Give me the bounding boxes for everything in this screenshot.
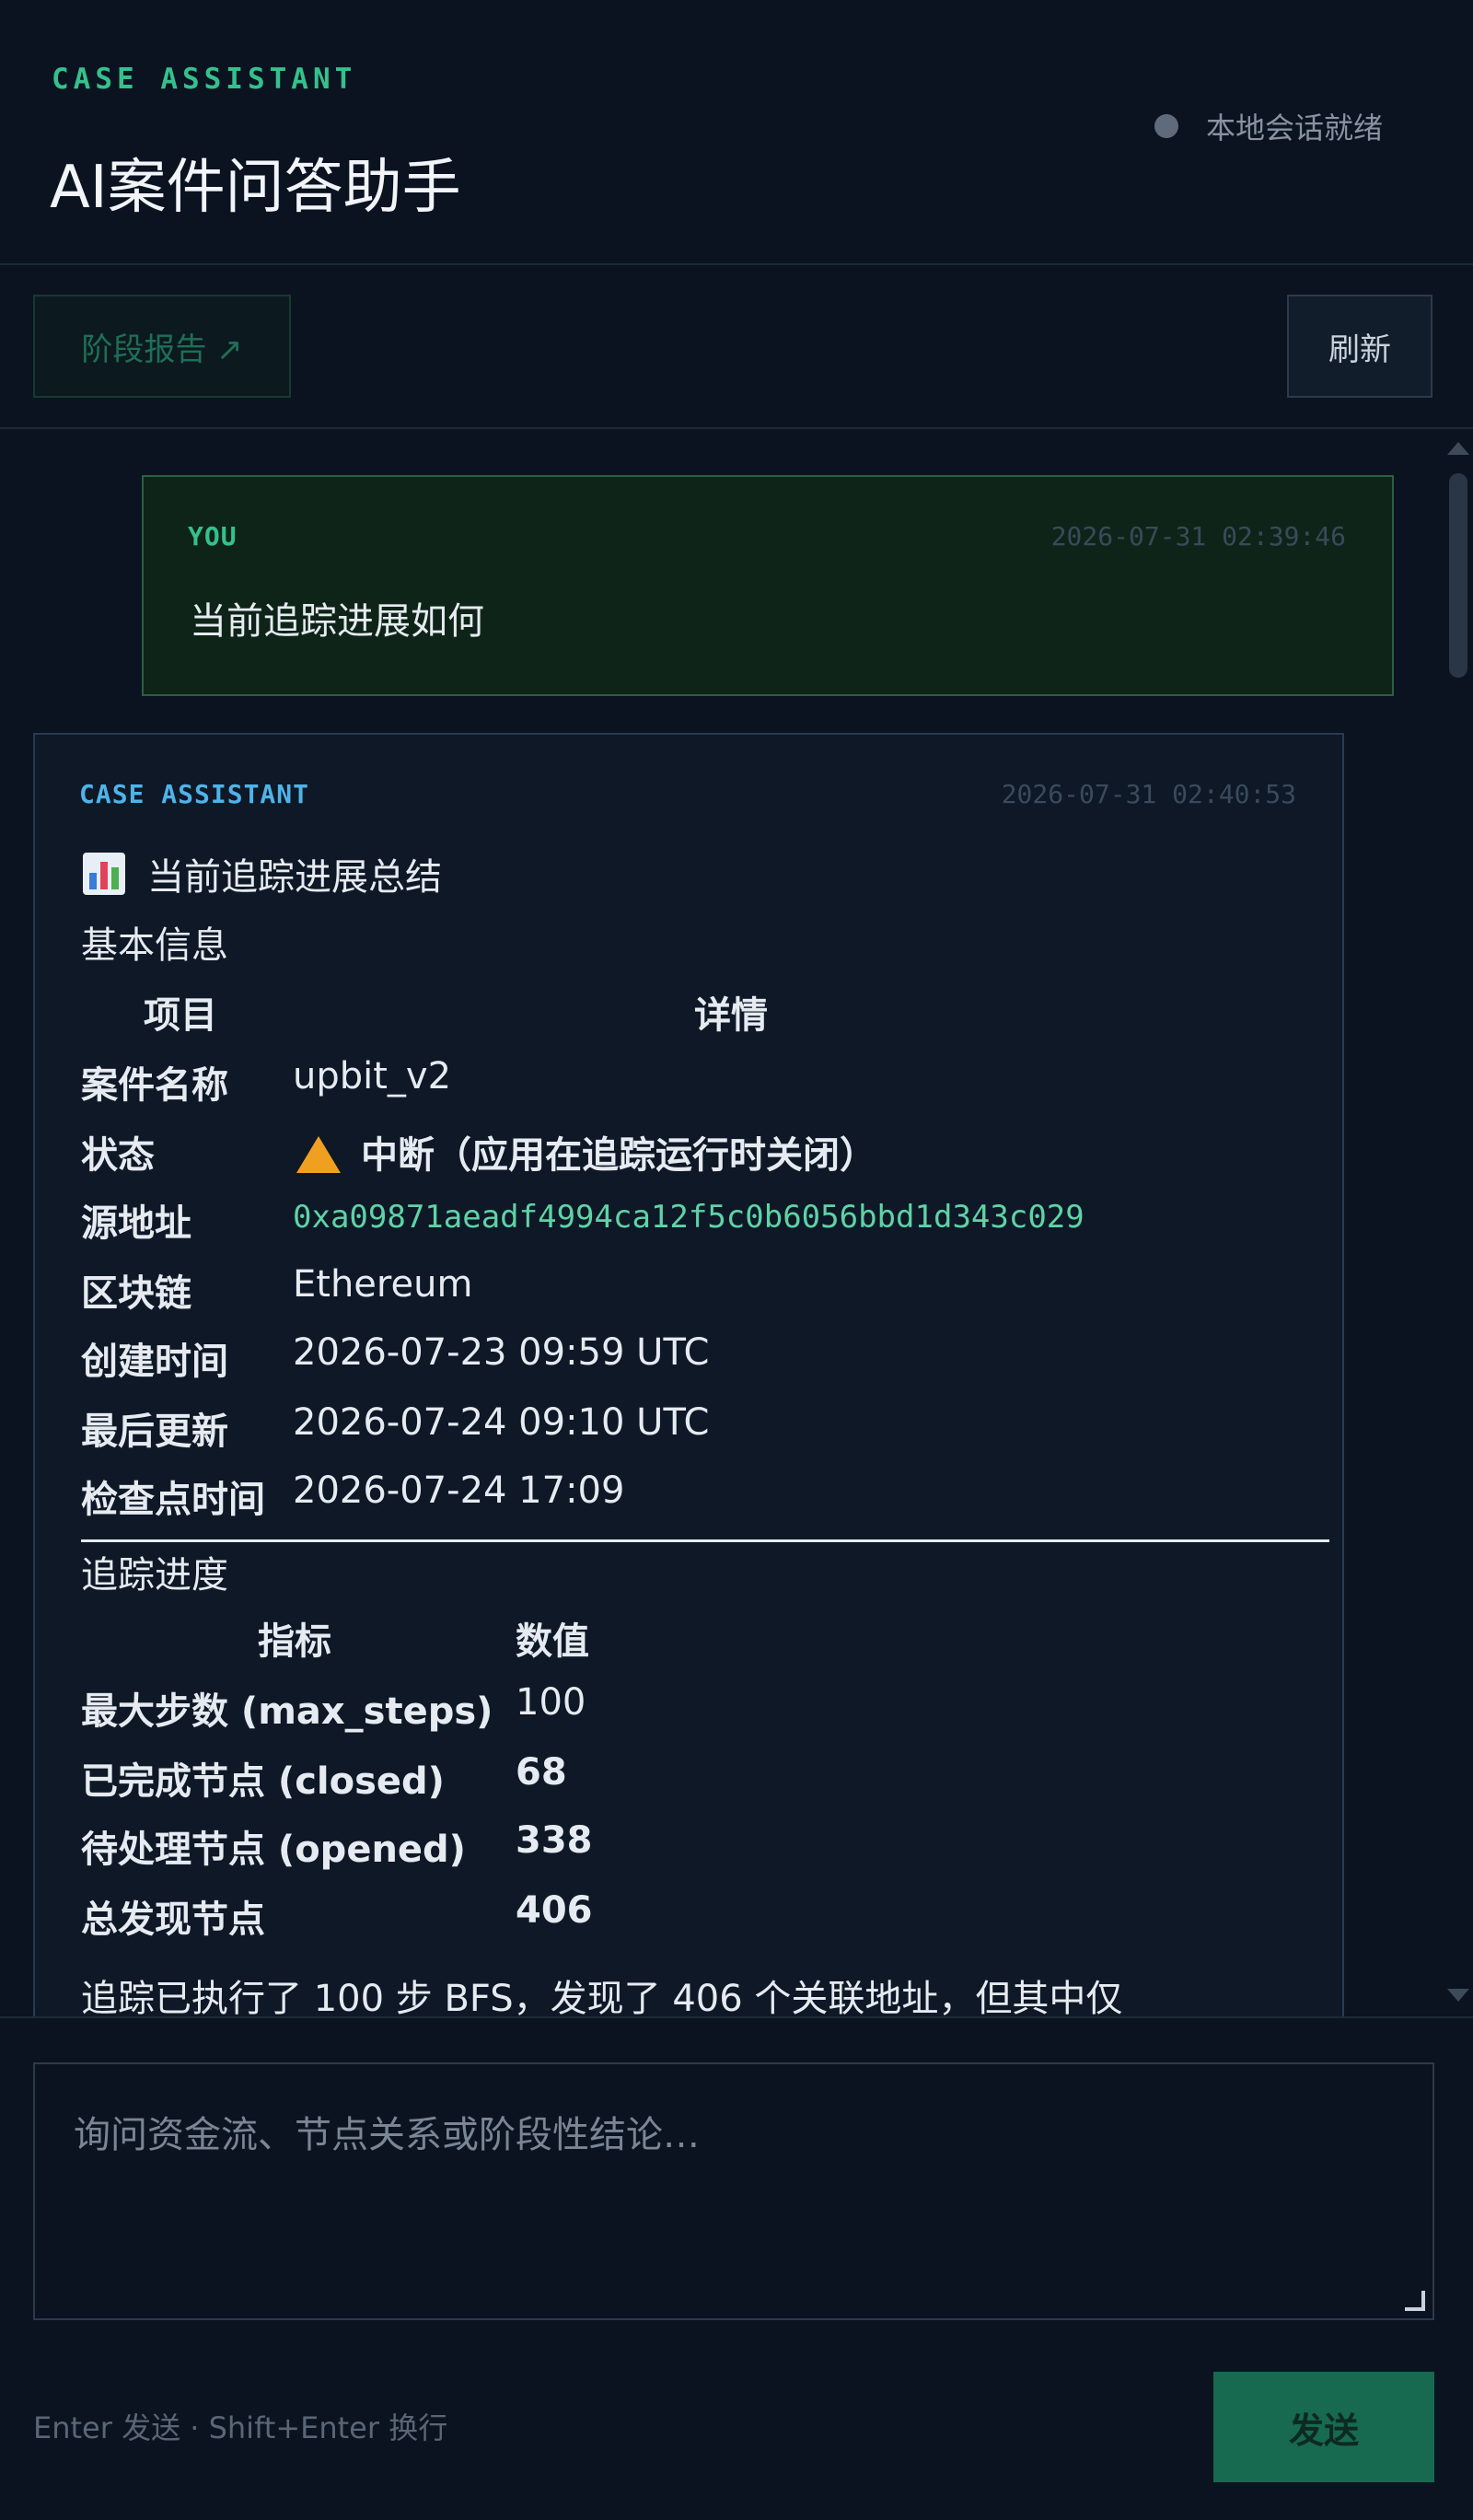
table-cell-key: 创建时间	[81, 1341, 228, 1383]
table-cell-value: 2026-07-24 09:10 UTC	[293, 1401, 710, 1444]
assistant-message: CASE ASSISTANT 2026-07-31 02:40:53 当前追踪进…	[33, 733, 1344, 2016]
table-cell-key: 源地址	[81, 1202, 191, 1245]
table-cell-value: 406	[516, 1889, 593, 1932]
table-cell-key: 最后更新	[81, 1411, 228, 1453]
user-message: YOU 2026-07-31 02:39:46 当前追踪进展如何	[142, 475, 1394, 696]
message-text: 当前追踪进展如何	[190, 600, 484, 643]
table-cell-key: 最大步数 (max_steps)	[81, 1690, 493, 1733]
status-value-text: 中断（应用在追踪运行时关闭）	[361, 1134, 876, 1177]
table-cell-key: 状态	[81, 1134, 155, 1177]
scroll-thumb[interactable]	[1449, 473, 1467, 678]
keyboard-hint: Enter 发送 · Shift+Enter 换行	[33, 2410, 448, 2445]
page-title: AI案件问答助手	[50, 154, 461, 222]
toolbar: 阶段报告 ↗ 刷新	[0, 267, 1473, 429]
refresh-button[interactable]: 刷新	[1287, 295, 1432, 398]
status-text: 本地会话就绪	[1206, 110, 1384, 145]
message-timestamp: 2026-07-31 02:40:53	[1001, 779, 1296, 809]
table-header: 数值	[516, 1620, 589, 1663]
summary-paragraph: 追踪已执行了 100 步 BFS，发现了 406 个关联地址，但其中仅	[81, 1978, 1123, 2016]
message-role: YOU	[188, 521, 238, 552]
table-cell-value: upbit_v2	[293, 1055, 452, 1097]
table-header: 项目	[144, 994, 217, 1037]
table-cell-value: Ethereum	[293, 1263, 473, 1306]
table-cell-key: 检查点时间	[81, 1479, 265, 1521]
warning-icon	[296, 1136, 341, 1173]
session-status: 本地会话就绪	[1154, 105, 1383, 147]
bar-chart-icon	[83, 853, 125, 895]
question-input-placeholder: 询问资金流、节点关系或阶段性结论…	[74, 2114, 700, 2156]
header: CASE ASSISTANT AI案件问答助手 本地会话就绪	[0, 0, 1473, 265]
scroll-down-arrow-icon[interactable]	[1447, 1989, 1469, 2002]
app-eyebrow: CASE ASSISTANT	[52, 63, 357, 96]
message-timestamp: 2026-07-31 02:39:46	[1050, 521, 1346, 552]
table-cell-key: 待处理节点 (opened)	[81, 1829, 466, 1871]
message-role: CASE ASSISTANT	[79, 779, 310, 809]
progress-label: 追踪进度	[81, 1554, 228, 1597]
table-cell-key: 区块链	[81, 1272, 191, 1315]
chat-scrollbar[interactable]	[1444, 431, 1473, 2016]
table-cell-key: 案件名称	[81, 1064, 228, 1107]
table-header: 详情	[694, 994, 768, 1037]
table-cell-value: 68	[516, 1751, 567, 1794]
table-header: 指标	[258, 1620, 331, 1663]
summary-title-text: 当前追踪进展总结	[147, 856, 442, 899]
stage-report-button[interactable]: 阶段报告 ↗	[33, 295, 291, 398]
summary-heading: 当前追踪进展总结	[83, 847, 442, 900]
composer-divider	[0, 2016, 1473, 2018]
table-cell-value: 2026-07-23 09:59 UTC	[293, 1331, 710, 1374]
scroll-up-arrow-icon[interactable]	[1447, 442, 1469, 455]
table-cell-value: 338	[516, 1819, 593, 1862]
send-button[interactable]: 发送	[1213, 2372, 1434, 2482]
status-dot-icon	[1154, 114, 1178, 138]
resize-handle-icon[interactable]	[1405, 2291, 1425, 2311]
table-cell-value: 中断（应用在追踪运行时关闭）	[296, 1125, 876, 1179]
question-input[interactable]: 询问资金流、节点关系或阶段性结论…	[33, 2062, 1434, 2320]
table-cell-value: 100	[516, 1681, 586, 1724]
table-cell-key: 已完成节点 (closed)	[81, 1760, 445, 1803]
table-cell-key: 总发现节点	[81, 1899, 265, 1941]
table-cell-value: 2026-07-24 17:09	[293, 1469, 625, 1512]
divider	[81, 1539, 1329, 1542]
source-address: 0xa09871aeadf4994ca12f5c0b6056bbd1d343c0…	[293, 1199, 1084, 1236]
app: CASE ASSISTANT AI案件问答助手 本地会话就绪 阶段报告 ↗ 刷新…	[0, 0, 1473, 2520]
chat-scroll-area[interactable]: YOU 2026-07-31 02:39:46 当前追踪进展如何 CASE AS…	[0, 431, 1473, 2016]
basic-info-label: 基本信息	[81, 924, 228, 967]
